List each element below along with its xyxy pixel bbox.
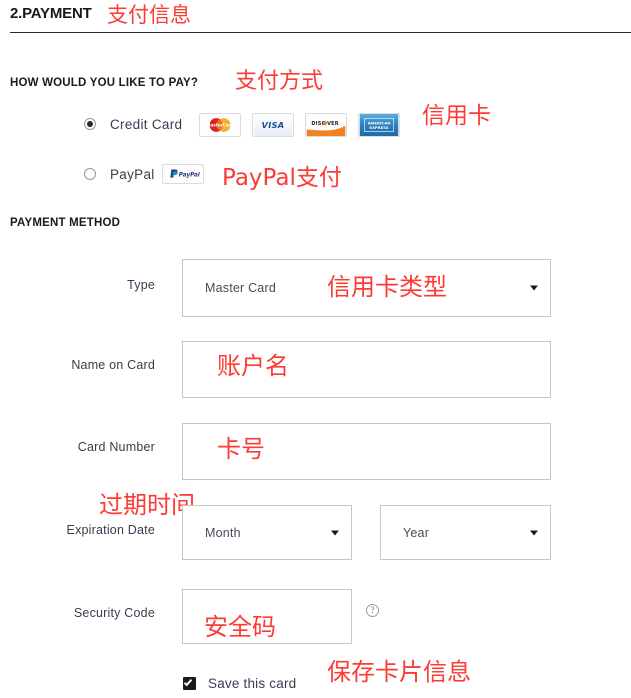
- payment-method-heading: PAYMENT METHOD: [10, 217, 121, 229]
- radio-label-credit-card: Credit Card: [110, 116, 183, 132]
- annotation-pay-method: 支付方式: [235, 69, 324, 94]
- checkbox-row-save-card[interactable]: Save this card: [183, 676, 296, 691]
- checkbox-save-card[interactable]: [183, 677, 196, 690]
- label-card-number: Card Number: [77, 440, 155, 454]
- select-expiration-month[interactable]: Month: [182, 505, 352, 560]
- input-security-code[interactable]: [182, 589, 352, 644]
- radio-paypal[interactable]: [84, 168, 96, 180]
- annotation-save-card: 保存卡片信息: [327, 658, 471, 686]
- label-security-code: Security Code: [73, 606, 155, 620]
- pay-question-label: HOW WOULD YOU LIKE TO PAY?: [10, 77, 199, 89]
- select-expiration-month-value: Month: [205, 525, 241, 540]
- radio-label-paypal: PayPal: [110, 166, 155, 182]
- amex-logo: AMERICAN EXPRESS: [358, 113, 400, 137]
- annotation-paypal: PayPal支付: [222, 165, 342, 191]
- label-name-on-card: Name on Card: [71, 358, 155, 372]
- mastercard-logo: MasterCard: [199, 113, 241, 137]
- radio-credit-card[interactable]: [84, 118, 96, 130]
- select-card-type[interactable]: Master Card: [182, 259, 551, 317]
- svg-text:EXPRESS: EXPRESS: [369, 125, 389, 130]
- select-card-type-value: Master Card: [205, 281, 276, 295]
- chevron-down-icon: [530, 530, 538, 535]
- select-expiration-year-value: Year: [403, 525, 430, 540]
- svg-text:VISA: VISA: [262, 120, 285, 130]
- input-name-on-card[interactable]: [182, 341, 551, 398]
- annotation-expiration-date: 过期时间: [99, 491, 195, 519]
- radio-option-credit-card[interactable]: Credit Card: [84, 113, 182, 135]
- label-expiration-date: Expiration Date: [66, 523, 155, 537]
- visa-logo: VISA: [252, 113, 294, 137]
- input-card-number[interactable]: [182, 423, 551, 480]
- radio-option-paypal[interactable]: PayPal: [84, 163, 155, 185]
- header-divider: [10, 32, 631, 33]
- annotation-credit-card: 信用卡: [422, 103, 491, 129]
- page-title: 2.PAYMENT: [10, 5, 92, 22]
- label-type: Type: [127, 278, 155, 292]
- svg-text:MasterCard: MasterCard: [206, 122, 233, 127]
- chevron-down-icon: [331, 530, 339, 535]
- annotation-payment-title: 支付信息: [107, 3, 191, 27]
- discover-logo: DISC VER: [305, 113, 347, 137]
- select-expiration-year[interactable]: Year: [380, 505, 551, 560]
- checkbox-label-save-card: Save this card: [208, 676, 297, 691]
- help-icon[interactable]: ?: [366, 604, 379, 617]
- paypal-logo: PayPal: [162, 164, 204, 184]
- svg-text:PayPal: PayPal: [179, 173, 201, 179]
- chevron-down-icon: [530, 285, 538, 291]
